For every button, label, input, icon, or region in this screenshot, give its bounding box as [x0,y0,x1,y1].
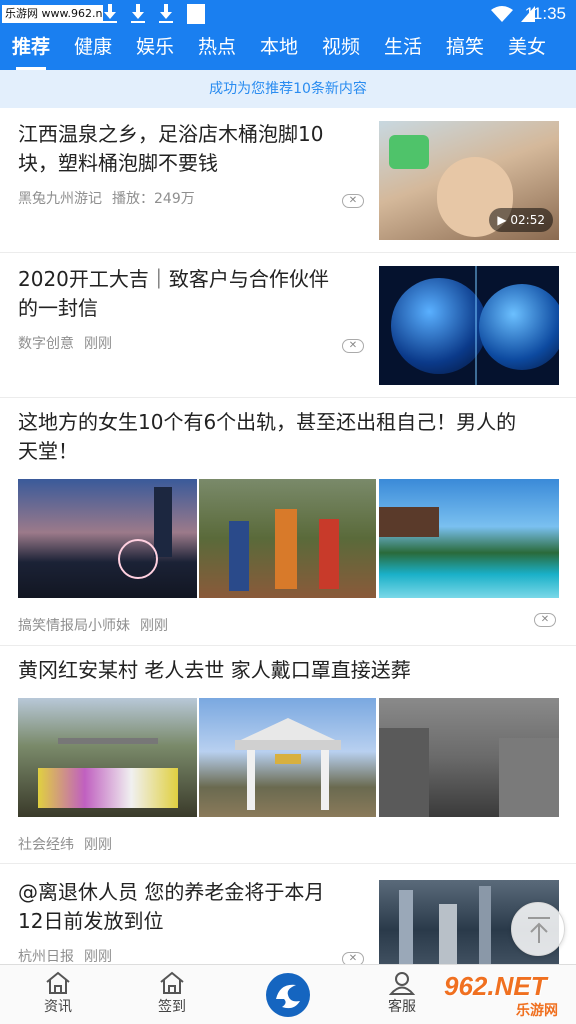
news-thumbnail[interactable] [199,479,376,598]
news-time: 刚刚 [84,837,112,853]
swirl-logo-icon [268,975,308,1015]
news-time: 刚刚 [84,336,112,352]
news-source: 数字创意 [18,336,74,352]
news-item[interactable]: 这地方的女生10个有6个出轨，甚至还出租自己！男人的 天堂！ 搞笑情报局小师妹刚… [0,398,576,646]
news-item[interactable]: 2020开工大吉｜致客户与合作伙伴 的一封信 数字创意 刚刚 ✕ [0,253,576,398]
news-source: 社会经纬 [18,837,74,853]
clock: 11:35 [524,4,566,23]
news-meta: 数字创意 刚刚 [18,335,112,353]
news-meta: 杭州日报 刚刚 [18,948,112,964]
download-icon [131,4,145,23]
news-thumbnail[interactable] [18,479,197,598]
tab-entertainment[interactable]: 娱乐 [124,28,186,70]
status-bar: 乐游网 www.962.net 11:35 [0,0,576,28]
download-icon [159,4,173,23]
app-logo-button[interactable] [266,973,310,1017]
tab-life[interactable]: 生活 [372,28,434,70]
play-count: 播放：249万 [112,191,195,207]
news-thumbnail[interactable] [18,698,197,817]
nav-service[interactable]: 客服 [372,971,432,1016]
person-icon [388,972,416,995]
news-thumbnail[interactable] [379,266,559,385]
tab-local[interactable]: 本地 [248,28,310,70]
notification-square-icon [187,4,205,24]
tab-hot[interactable]: 热点 [186,28,248,70]
watermark: 乐游网 www.962.net [2,5,103,23]
scroll-top-button[interactable] [511,902,565,956]
news-title: @离退休人员 您的养老金将于本月 12日前发放到位 [18,880,325,933]
news-meta: 黑兔九州游记 播放：249万 [18,190,195,208]
play-icon: ▶ [497,213,507,227]
news-meta: 社会经纬 刚刚 [18,836,112,854]
news-source: 搞笑情报局小师妹 [18,618,130,634]
tab-health[interactable]: 健康 [62,28,124,70]
tab-recommend[interactable]: 推荐 [0,28,62,70]
dismiss-button[interactable]: ✕ [342,339,364,353]
news-title: 这地方的女生10个有6个出轨，甚至还出租自己！男人的 天堂！ [18,410,517,463]
news-item[interactable]: 江西温泉之乡，足浴店木桶泡脚10 块，塑料桶泡脚不要钱 黑兔九州游记 播放：249… [0,108,576,253]
home-icon [46,971,70,994]
news-time: 刚刚 [140,618,168,634]
news-thumbnail[interactable] [379,698,559,817]
dismiss-button[interactable]: ✕ [342,194,364,208]
dismiss-button[interactable]: ✕ [342,952,364,964]
news-item[interactable]: @离退休人员 您的养老金将于本月 12日前发放到位 杭州日报 刚刚 ✕ [0,864,576,964]
news-meta: 搞笑情报局小师妹 刚刚 [18,617,168,635]
news-title: 2020开工大吉｜致客户与合作伙伴 的一封信 [18,267,329,320]
news-source: 杭州日报 [18,949,74,964]
news-title: 江西温泉之乡，足浴店木桶泡脚10 块，塑料桶泡脚不要钱 [18,122,324,175]
news-thumbnail[interactable] [199,698,376,817]
news-feed: 江西温泉之乡，足浴店木桶泡脚10 块，塑料桶泡脚不要钱 黑兔九州游记 播放：249… [0,108,576,964]
wifi-icon [491,6,513,22]
tab-beauty[interactable]: 美女 [496,28,558,70]
category-tabs: 推荐 健康 娱乐 热点 本地 视频 生活 搞笑 美女 [0,28,576,70]
site-watermark-badge: 962.NET 乐游网 [444,971,558,1019]
news-source: 黑兔九州游记 [18,191,102,207]
download-icon [103,4,117,23]
video-duration: ▶ 02:52 [489,208,553,232]
news-thumbnail[interactable]: ▶ 02:52 [379,121,559,240]
home-icon [160,971,184,994]
news-item[interactable]: 黄冈红安某村 老人去世 家人戴口罩直接送葬 社会经纬 刚刚 [0,646,576,864]
news-time: 刚刚 [84,949,112,964]
nav-checkin[interactable]: 签到 [142,971,202,1016]
dismiss-button[interactable]: ✕ [534,613,556,627]
tab-funny[interactable]: 搞笑 [434,28,496,70]
news-thumbnail[interactable] [379,479,559,598]
tab-video[interactable]: 视频 [310,28,372,70]
news-title: 黄冈红安某村 老人去世 家人戴口罩直接送葬 [18,658,411,682]
nav-news[interactable]: 资讯 [28,971,88,1016]
arrow-up-icon [528,917,550,943]
refresh-notice: 成功为您推荐10条新内容 [0,70,576,108]
